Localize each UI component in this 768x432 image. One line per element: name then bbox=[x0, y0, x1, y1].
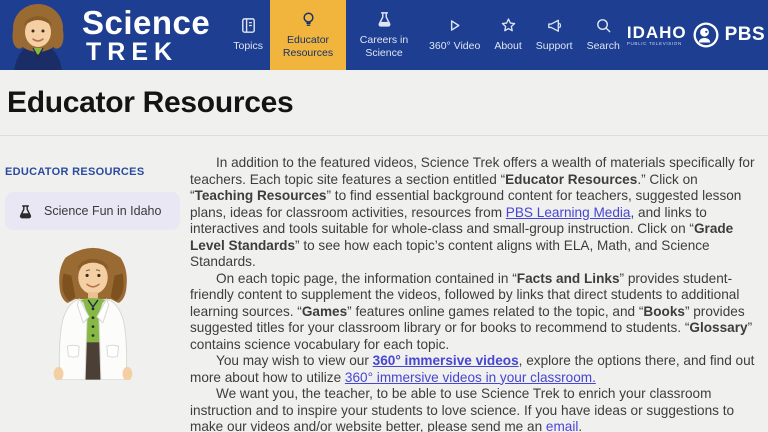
bold-text: Games bbox=[302, 304, 347, 319]
bold-text: Facts and Links bbox=[517, 271, 620, 286]
nav-label: Topics bbox=[233, 40, 263, 53]
title-bar: Educator Resources bbox=[0, 70, 768, 136]
paragraph: We want you, the teacher, to be able to … bbox=[190, 386, 758, 432]
pbs-circle-icon bbox=[693, 22, 719, 48]
bold-text: Books bbox=[643, 304, 685, 319]
bold-text: Glossary bbox=[689, 320, 747, 335]
nav-item-search[interactable]: Search bbox=[580, 0, 627, 70]
search-icon bbox=[594, 16, 613, 35]
nav-item-educator-resources[interactable]: Educator Resources bbox=[270, 0, 346, 70]
text-link[interactable]: PBS Learning Media bbox=[506, 205, 631, 220]
body-text: We want you, the teacher, to be able to … bbox=[190, 386, 734, 432]
logo-line1: Science bbox=[82, 6, 210, 39]
nav-label: Support bbox=[536, 40, 573, 53]
idaho-pbs-logo[interactable]: IDAHO PUBLIC TELEVISION PBS bbox=[627, 0, 768, 70]
megaphone-icon bbox=[545, 16, 564, 35]
text-link[interactable]: 360° immersive videos bbox=[373, 353, 519, 368]
paragraph: In addition to the featured videos, Scie… bbox=[190, 155, 758, 271]
station-name-text: IDAHO bbox=[627, 24, 687, 41]
nav-label: About bbox=[494, 40, 521, 53]
text-link[interactable]: email bbox=[546, 419, 578, 432]
body-text: You may wish to view our bbox=[216, 353, 373, 368]
main-nav: Topics Educator Resources Careers in Sci… bbox=[226, 0, 627, 70]
logo-line2: TREK bbox=[86, 40, 210, 65]
nav-item-about[interactable]: About bbox=[487, 0, 528, 70]
star-icon bbox=[499, 16, 518, 35]
station-tagline: PUBLIC TELEVISION bbox=[627, 42, 687, 47]
paragraph: You may wish to view our 360° immersive … bbox=[190, 353, 758, 386]
flask-icon bbox=[17, 203, 34, 220]
nav-item-careers-in-science[interactable]: Careers in Science bbox=[346, 0, 422, 70]
body-text: On each topic page, the information cont… bbox=[216, 271, 517, 286]
flask-icon bbox=[375, 10, 394, 29]
bold-text: Teaching Resources bbox=[195, 188, 327, 203]
science-trek-page: Science TREK Topics Educator Re bbox=[0, 0, 768, 432]
body-text: . bbox=[578, 419, 582, 432]
page-title: Educator Resources bbox=[7, 86, 760, 120]
science-trek-logo[interactable]: Science TREK bbox=[76, 0, 218, 70]
page-body: EDUCATOR RESOURCES Science Fun in Idaho bbox=[0, 136, 768, 432]
lightbulb-icon bbox=[299, 10, 318, 29]
nav-label: Search bbox=[587, 40, 620, 53]
pbs-brand-text: PBS bbox=[725, 24, 766, 46]
sidebar-heading: EDUCATOR RESOURCES bbox=[5, 166, 180, 178]
nav-label: 360° Video bbox=[429, 40, 480, 53]
scientist-character-image bbox=[34, 244, 152, 380]
sidebar-item-science-fun-in-idaho[interactable]: Science Fun in Idaho bbox=[5, 192, 180, 230]
host-avatar bbox=[0, 2, 76, 70]
paragraph: On each topic page, the information cont… bbox=[190, 271, 758, 354]
main-content: In addition to the featured videos, Scie… bbox=[188, 136, 768, 432]
bold-text: Educator Resources bbox=[505, 172, 637, 187]
nav-label: Educator Resources bbox=[277, 34, 339, 60]
top-navigation-bar: Science TREK Topics Educator Re bbox=[0, 0, 768, 70]
sidebar: EDUCATOR RESOURCES Science Fun in Idaho bbox=[0, 136, 188, 380]
nav-item-topics[interactable]: Topics bbox=[226, 0, 270, 70]
text-link[interactable]: 360° immersive videos in your classroom. bbox=[345, 370, 596, 385]
nav-item-360-video[interactable]: 360° Video bbox=[422, 0, 487, 70]
play-icon bbox=[445, 16, 464, 35]
station-name: IDAHO PUBLIC TELEVISION bbox=[627, 24, 687, 47]
sidebar-item-label: Science Fun in Idaho bbox=[44, 204, 161, 218]
nav-item-support[interactable]: Support bbox=[529, 0, 580, 70]
body-text: ” features online games related to the t… bbox=[347, 304, 643, 319]
nav-label: Careers in Science bbox=[353, 34, 415, 60]
book-icon bbox=[239, 16, 258, 35]
